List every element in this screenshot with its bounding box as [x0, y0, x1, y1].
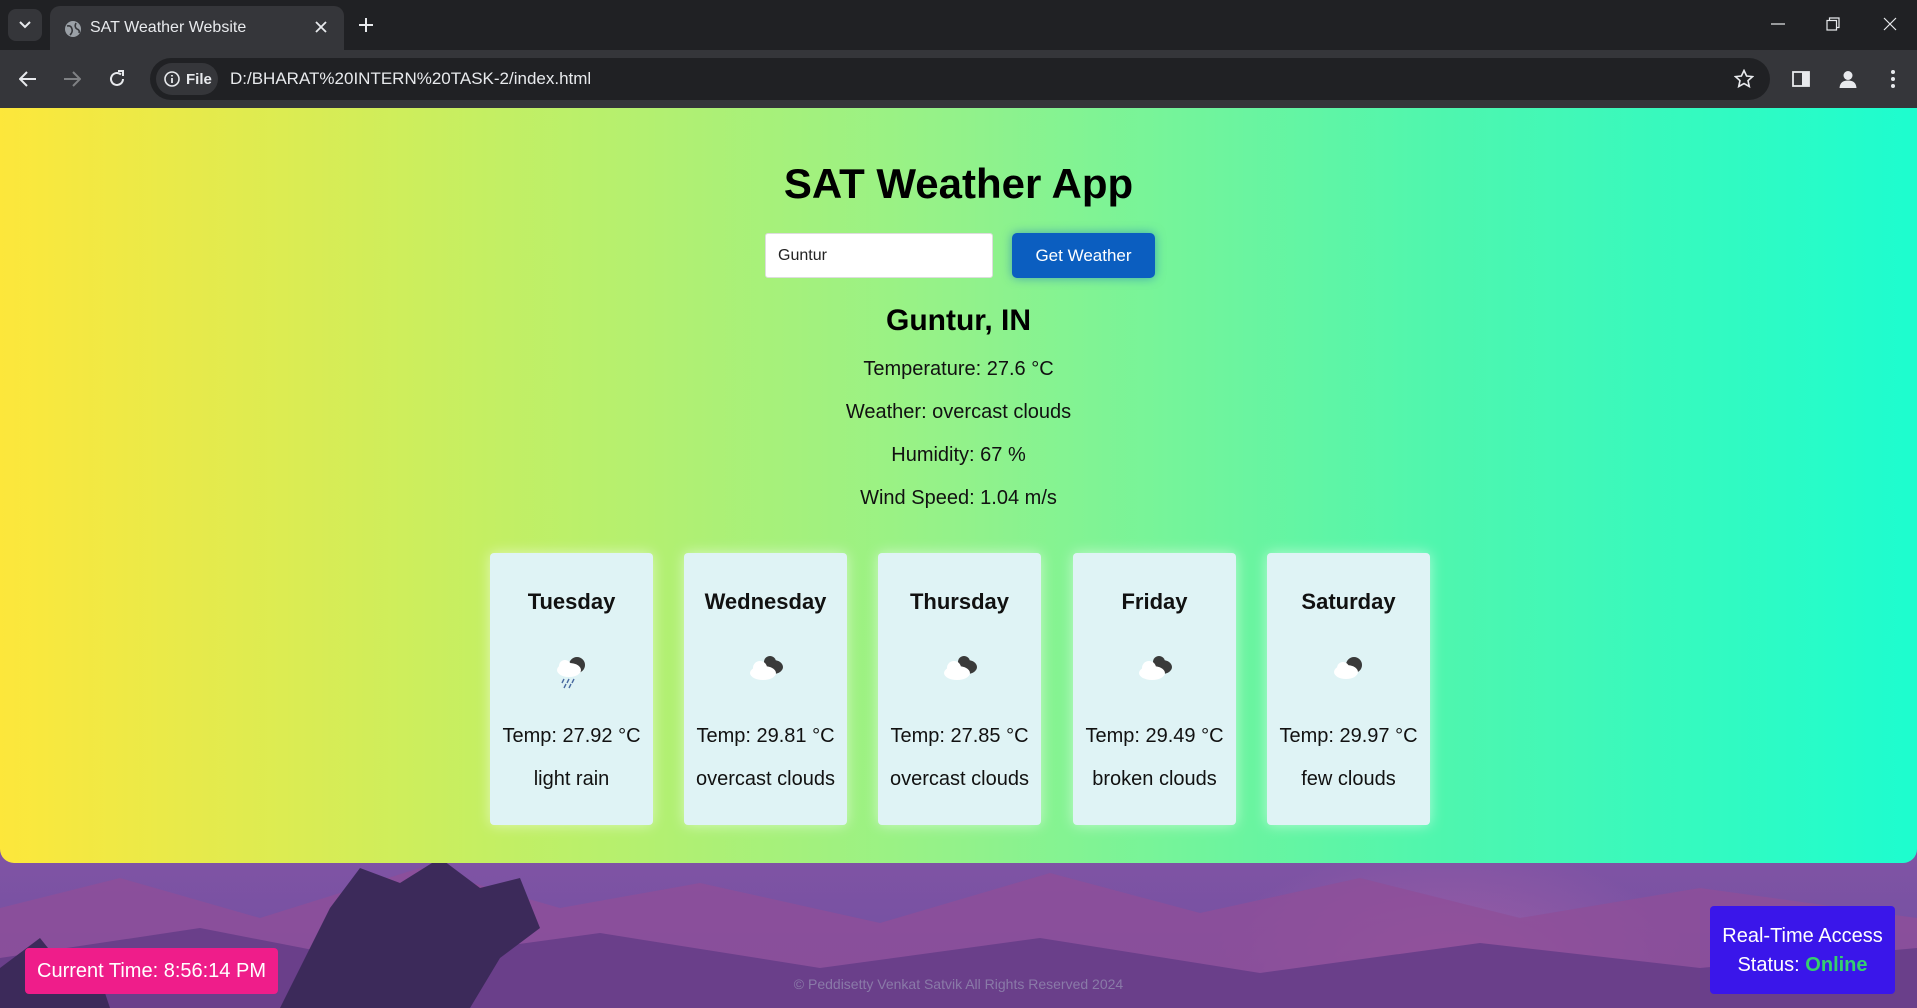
forecast-card: Thursday Temp: 27.85 °C overcast clouds	[878, 553, 1041, 825]
status-label: Status:	[1737, 954, 1800, 976]
profile-icon	[1839, 71, 1857, 88]
temperature-text: Temperature: 27.6 °C	[863, 358, 1054, 380]
wind-speed-text: Wind Speed: 1.04 m/s	[860, 487, 1057, 509]
restore-button[interactable]	[1811, 6, 1855, 42]
forecast-temp: Temp: 27.85 °C	[890, 725, 1029, 747]
weather-app-container: SAT Weather App Get Weather Guntur, IN T…	[0, 108, 1917, 863]
reload-icon	[110, 70, 124, 86]
forecast-card: Saturday Temp: 29.97 °C few clouds	[1267, 553, 1430, 825]
get-weather-button[interactable]: Get Weather	[1012, 233, 1155, 278]
forecast-description: light rain	[533, 768, 610, 790]
forecast-temp: Temp: 29.97 °C	[1279, 725, 1418, 747]
forecast-card: Friday Temp: 29.49 °C broken clouds	[1073, 553, 1236, 825]
forecast-card: Wednesday Temp: 29.81 °C overcast clouds	[684, 553, 847, 825]
status-box: Real-Time Access Status: Online	[1710, 906, 1895, 994]
restore-icon	[1826, 17, 1840, 31]
overcast-clouds-icon	[944, 656, 977, 680]
forward-button[interactable]	[54, 61, 90, 97]
menu-button[interactable]	[1878, 64, 1908, 94]
back-button[interactable]	[10, 61, 46, 97]
browser-tab[interactable]: SAT Weather Website	[50, 6, 344, 50]
forecast-description: overcast clouds	[696, 768, 835, 790]
tab-search-button[interactable]	[8, 9, 42, 41]
profile-button[interactable]	[1833, 64, 1863, 94]
forecast-temp: Temp: 27.92 °C	[502, 725, 641, 747]
footer-copyright: © Peddisetty Venkat Satvik All Rights Re…	[793, 976, 1124, 992]
close-icon	[315, 21, 327, 33]
city-search-input[interactable]	[765, 233, 993, 278]
humidity-text: Humidity: 67 %	[891, 444, 1026, 466]
info-icon	[164, 71, 180, 87]
globe-icon	[65, 21, 81, 37]
broken-clouds-icon	[1139, 656, 1172, 680]
forecast-day: Wednesday	[704, 589, 827, 614]
forecast-description: overcast clouds	[890, 768, 1029, 790]
location-name: Guntur, IN	[886, 304, 1031, 337]
tab-title: SAT Weather Website	[90, 19, 247, 36]
site-info-label: File	[186, 70, 212, 88]
forecast-temp: Temp: 29.81 °C	[696, 725, 835, 747]
side-panel-button[interactable]	[1786, 64, 1816, 94]
tab-close-button[interactable]	[310, 16, 332, 38]
status-title: Real-Time Access	[1722, 925, 1883, 947]
forecast-card: Tuesday Temp: 27.92 °C light rain	[490, 553, 653, 825]
overcast-clouds-icon	[750, 656, 783, 680]
forecast-description: few clouds	[1301, 768, 1396, 790]
arrow-left-icon	[19, 71, 36, 87]
few-clouds-icon	[1334, 657, 1362, 679]
chevron-down-icon	[19, 21, 31, 29]
address-bar[interactable]: File D:/BHARAT%20INTERN%20TASK-2/index.h…	[150, 58, 1770, 100]
new-tab-button[interactable]	[352, 11, 380, 39]
side-panel-icon	[1792, 71, 1810, 87]
bookmark-button[interactable]	[1732, 67, 1756, 91]
browser-toolbar: File D:/BHARAT%20INTERN%20TASK-2/index.h…	[0, 50, 1917, 108]
close-window-button[interactable]	[1868, 6, 1912, 42]
browser-tab-bar: SAT Weather Website	[0, 0, 1917, 50]
plus-icon	[359, 18, 373, 32]
more-vert-icon	[1891, 70, 1895, 88]
weather-text: Weather: overcast clouds	[845, 401, 1072, 423]
reload-button[interactable]	[99, 61, 135, 97]
forecast-day: Saturday	[1301, 589, 1396, 614]
status-line: Status: Online	[1710, 951, 1895, 980]
forecast-description: broken clouds	[1092, 768, 1217, 790]
minimize-button[interactable]	[1756, 6, 1800, 42]
url-text[interactable]: D:/BHARAT%20INTERN%20TASK-2/index.html	[230, 69, 591, 89]
forecast-temp: Temp: 29.49 °C	[1085, 725, 1224, 747]
minimize-icon	[1771, 23, 1785, 25]
app-title: SAT Weather App	[783, 160, 1134, 207]
close-icon	[1883, 17, 1897, 31]
page-viewport: SAT Weather App Get Weather Guntur, IN T…	[0, 108, 1917, 1008]
forecast-day: Tuesday	[527, 589, 616, 614]
forecast-day: Thursday	[909, 589, 1010, 614]
star-icon	[1734, 69, 1754, 89]
rain-cloud-icon	[557, 657, 585, 689]
site-info-chip[interactable]: File	[156, 63, 218, 95]
status-online-value: Online	[1805, 954, 1868, 976]
forecast-day: Friday	[1121, 589, 1188, 614]
arrow-right-icon	[64, 71, 81, 87]
